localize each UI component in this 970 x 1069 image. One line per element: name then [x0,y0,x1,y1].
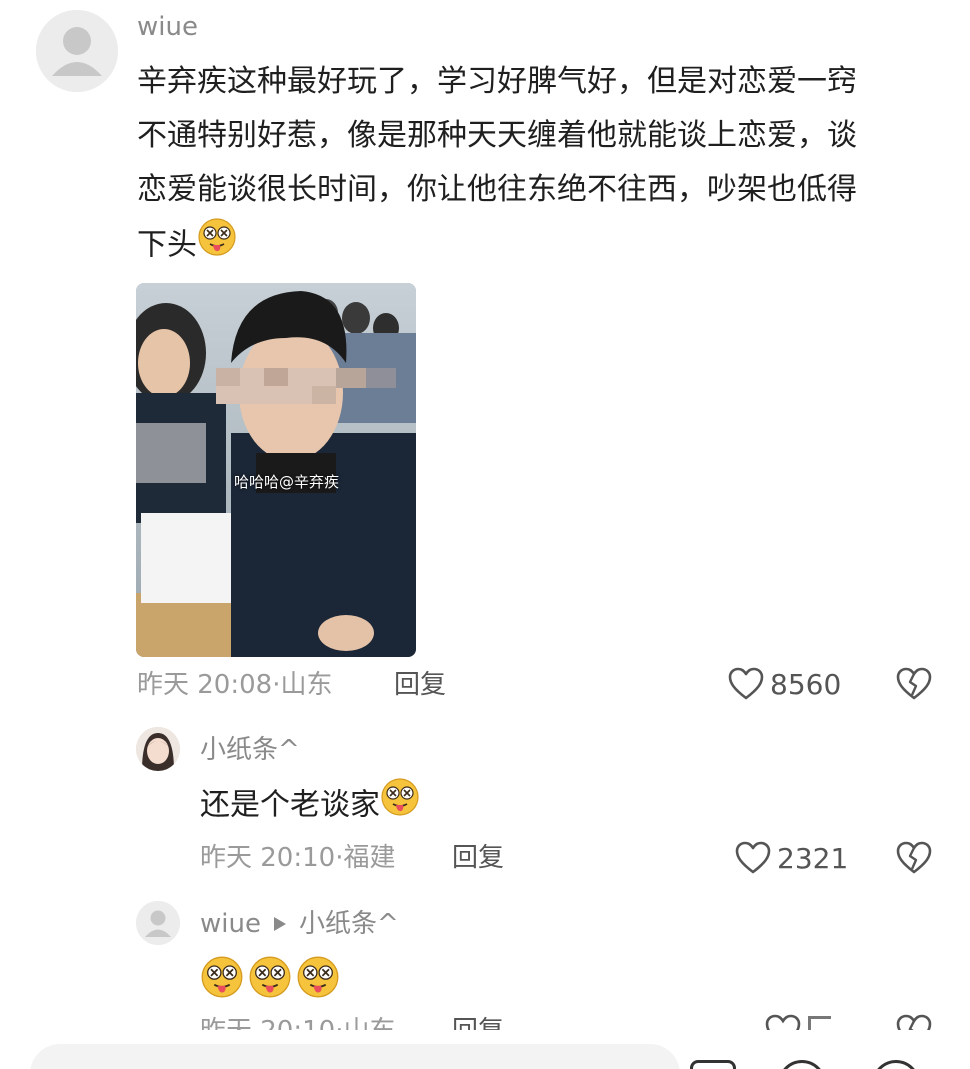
reply-username[interactable]: 小纸条^ [200,735,300,765]
triangle-right-icon [273,917,286,931]
reply-time: 昨天 20:10 [200,1016,335,1030]
comment-text-line: 下头 [137,227,197,263]
broken-heart-icon [896,841,932,874]
comment-image[interactable]: 哈哈哈@辛弃疾 [136,283,416,657]
user-icon [136,901,180,945]
at-button[interactable] [872,1060,920,1069]
broken-heart-icon[interactable] [896,1014,932,1030]
comment-username[interactable]: wiue [137,12,198,42]
image-caption: 哈哈哈@辛弃疾 [234,473,340,491]
avatar[interactable] [36,10,118,92]
comment-text-line: 恋爱能谈很长时间，你让他往东绝不往西，吵架也低得 [137,172,857,207]
emoji-button[interactable] [690,1060,736,1069]
bottom-toolbar [0,1030,970,1069]
dizzy-tongue-emoji [380,777,420,835]
heart-icon[interactable] [765,1014,801,1030]
reply-button[interactable]: 回复 [394,670,446,700]
reply-location: 山东 [343,1016,395,1030]
dislike-button[interactable] [896,841,932,879]
reply-button[interactable]: 回复 [452,1016,504,1030]
dizzy-tongue-emoji [248,955,292,1003]
reply-text: 还是个老谈家 [200,787,380,823]
user-icon [36,10,118,92]
comment-meta: 昨天 20:08·山东 [137,670,332,700]
like-count-partial [808,1016,831,1030]
like-button[interactable]: 2321 [735,841,848,875]
like-count: 8560 [770,667,842,701]
avatar[interactable] [136,727,180,771]
photo-classroom [136,283,416,657]
broken-heart-icon [896,667,932,700]
dizzy-tongue-emoji [296,955,340,1003]
reply-username[interactable]: wiue [200,909,261,939]
avatar[interactable] [136,901,180,945]
like-count: 2321 [777,841,849,875]
reply-target-username[interactable]: 小纸条^ [299,909,399,939]
reply-meta: 昨天 20:10·福建 [200,843,395,873]
reply-time: 昨天 20:10 [200,843,336,873]
comment-input[interactable] [30,1044,680,1069]
like-button[interactable]: 8560 [728,667,841,701]
reply-button[interactable]: 回复 [452,843,504,873]
reply-location: 福建 [343,843,396,873]
image-button[interactable] [778,1060,826,1069]
comment-time: 昨天 20:08 [137,670,273,700]
comment-text: 辛弃疾这种最好玩了，学习好脾气好，但是对恋爱一窍 不通特别好惹，像是那种天天缠着… [137,55,957,275]
reply-meta-partial: 昨天 20:10·山东 回复 [0,1010,970,1030]
avatar-girl-icon [136,727,180,771]
comment-text-line: 辛弃疾这种最好玩了，学习好脾气好，但是对恋爱一窍 [137,64,857,99]
heart-icon [735,841,771,874]
reply-text-row: 还是个老谈家 [200,777,420,835]
heart-icon [728,667,764,700]
dislike-button[interactable] [896,667,932,705]
comment-text-line: 不通特别好惹，像是那种天天缠着他就能谈上恋爱，谈 [137,118,857,153]
dizzy-tongue-emoji [200,955,244,1003]
comment-location: 山东 [280,670,333,700]
reply-header: wiue 小纸条^ [200,909,399,939]
reply-emoji-row [200,955,340,1003]
dizzy-tongue-emoji [197,217,237,275]
